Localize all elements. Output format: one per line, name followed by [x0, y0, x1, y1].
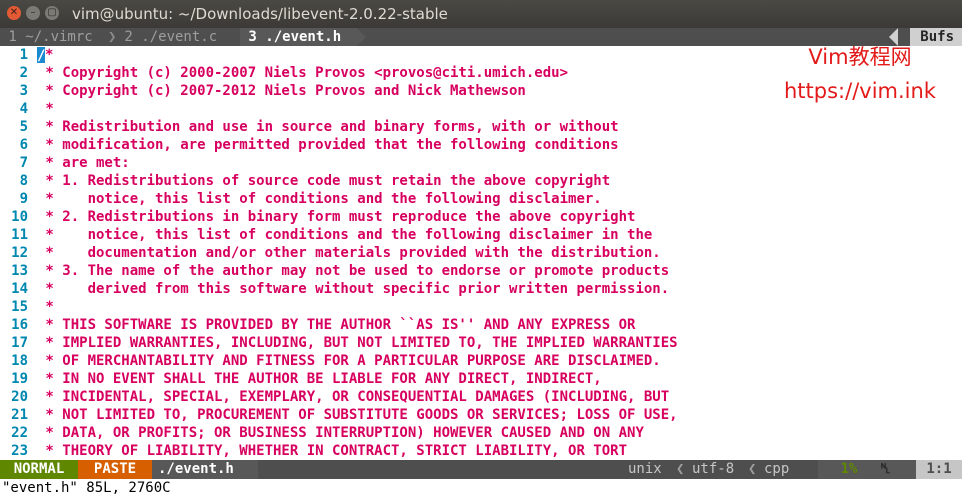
code-line: * — [37, 101, 54, 117]
text-cursor: / — [37, 47, 45, 64]
mode-indicator: NORMAL — [0, 460, 78, 479]
tab-active-arrow-icon — [357, 28, 366, 46]
line-number: 4 — [19, 101, 28, 117]
maximize-icon[interactable]: ▢ — [45, 6, 59, 20]
code-line: * Copyright (c) 2007-2012 Niels Provos a… — [37, 83, 526, 99]
close-icon[interactable]: ✕ — [7, 6, 21, 20]
code-line: * THEORY OF LIABILITY, WHETHER IN CONTRA… — [37, 443, 628, 459]
line-number: 8 — [19, 173, 28, 189]
code-line: * documentation and/or other materials p… — [37, 245, 661, 261]
code-line: * NOT LIMITED TO, PROCUREMENT OF SUBSTIT… — [37, 407, 678, 423]
chevron-left-icon: ❮ — [748, 461, 757, 477]
line-number-gutter: 1 2 3 4 5 6 7 8 9 10 11 12 13 14 15 16 17 18 19 20 21 22 23 — [0, 46, 36, 460]
code-line: * INCIDENTAL, SPECIAL, EXEMPLARY, OR CON… — [37, 389, 670, 405]
line-number: 9 — [19, 191, 28, 207]
line-number: 23 — [11, 443, 28, 459]
line-number: 13 — [11, 263, 28, 279]
code-line: * modification, are permitted provided t… — [37, 137, 619, 153]
window-title: vim@ubuntu: ~/Downloads/libevent-2.0.22-… — [72, 5, 448, 23]
line-number: 14 — [11, 281, 28, 297]
line-number: 19 — [11, 371, 28, 387]
watermark-title: Vim教程网 — [808, 45, 912, 69]
code-line: * THIS SOFTWARE IS PROVIDED BY THE AUTHO… — [37, 317, 636, 333]
line-number: 22 — [11, 425, 28, 441]
status-cursor-position: 1:1 — [916, 460, 962, 479]
status-filename: ./event.h — [152, 460, 258, 479]
chevron-left-icon: ❮ — [676, 461, 685, 477]
code-line: * IN NO EVENT SHALL THE AUTHOR BE LIABLE… — [37, 371, 602, 387]
code-line: * DATA, OR PROFITS; OR BUSINESS INTERRUP… — [37, 425, 644, 441]
line-number: 2 — [19, 65, 28, 81]
code-line: * IMPLIED WARRANTIES, INCLUDING, BUT NOT… — [37, 335, 678, 351]
tab-event-c[interactable]: 2 ./event.c — [116, 28, 226, 46]
line-number: 20 — [11, 389, 28, 405]
watermark-url: https://vim.ink — [784, 79, 936, 103]
line-number: 12 — [11, 245, 28, 261]
editor-text-area[interactable]: 1 2 3 4 5 6 7 8 9 10 11 12 13 14 15 16 17 18 19 20 21 22 23 /*… — [0, 46, 962, 460]
vim-command-line[interactable]: "event.h" 85L, 2760C — [0, 479, 962, 498]
minimize-icon[interactable]: – — [26, 6, 40, 20]
code-line: * Copyright (c) 2000-2007 Niels Provos <… — [37, 65, 569, 81]
code-line: * — [37, 299, 54, 315]
code-line: * 1. Redistributions of source code must… — [37, 173, 611, 189]
code-line: * Redistribution and use in source and b… — [37, 119, 619, 135]
code-line: * notice, this list of conditions and th… — [37, 191, 602, 207]
line-number: 11 — [11, 227, 28, 243]
code-line: /* — [37, 46, 53, 64]
line-number: 21 — [11, 407, 28, 423]
code-line: * derived from this software without spe… — [37, 281, 670, 297]
status-filetype: cpp — [764, 461, 790, 477]
line-number: 6 — [19, 137, 28, 153]
line-number: 5 — [19, 119, 28, 135]
line-number: 16 — [11, 317, 28, 333]
code-line-text: * — [45, 47, 54, 63]
code-line: * 2. Redistributions in binary form must… — [37, 209, 636, 225]
line-number: 1 — [19, 47, 28, 63]
window-titlebar: ✕ – ▢ vim@ubuntu: ~/Downloads/libevent-2… — [0, 0, 962, 28]
code-line: * 3. The name of the author may not be u… — [37, 263, 670, 279]
status-fileformat: unix — [628, 461, 662, 477]
line-number: 17 — [11, 335, 28, 351]
line-number: 10 — [11, 209, 28, 225]
paste-indicator: PASTE — [78, 460, 152, 479]
code-line: * notice, this list of conditions and th… — [37, 227, 653, 243]
vim-statusline: NORMAL PASTE ./event.h ❮ unix ❮ utf-8 cp… — [0, 460, 962, 479]
line-number: 18 — [11, 353, 28, 369]
code-line: * OF MERCHANTABILITY AND FITNESS FOR A P… — [37, 353, 661, 369]
line-number: 7 — [19, 155, 28, 171]
line-number: 15 — [11, 299, 28, 315]
status-percent: 1% — [818, 460, 880, 479]
window-controls: ✕ – ▢ — [7, 6, 59, 20]
line-number-icon: ␤ — [880, 460, 916, 479]
code-line: * are met: — [37, 155, 130, 171]
tab-vimrc[interactable]: 1 ~/.vimrc — [0, 28, 101, 46]
line-number: 3 — [19, 83, 28, 99]
watermark: Vim教程网 https://vim.ink — [760, 40, 960, 108]
status-encoding: utf-8 — [692, 461, 735, 477]
tab-event-h[interactable]: 3 ./event.h — [240, 28, 357, 46]
